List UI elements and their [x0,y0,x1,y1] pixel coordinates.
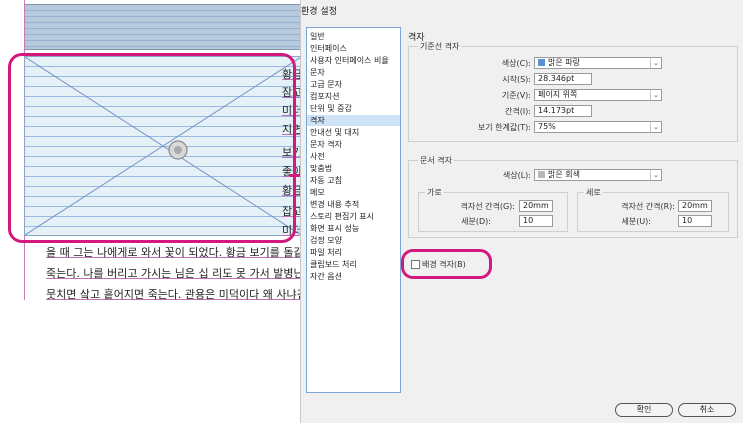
nav-item-black-appearance[interactable]: 검정 모양 [307,235,400,246]
nav-item-composition[interactable]: 컴포지션 [307,91,400,102]
baseline-grid-group-label: 기준선 격자 [418,41,462,52]
baseline-relative-select[interactable]: 페이지 위쪽 ⌄ [534,89,662,101]
nav-item-grids[interactable]: 격자 [307,115,400,126]
v-subdiv-input[interactable]: 10 [678,215,712,227]
h-subdiv-input[interactable]: 10 [519,215,553,227]
nav-item-autocorrect[interactable]: 자동 고침 [307,175,400,186]
grid-callout-highlight [8,53,296,243]
vertical-group-label: 세로 [584,187,603,198]
v-gridline-label: 격자선 간격(R): [621,202,675,211]
ok-button[interactable]: 확인 [615,403,673,417]
docgrid-color-value: 밝은 회색 [548,170,580,179]
h-gridline-input[interactable]: 20mm [519,200,553,212]
nav-item-advanced-type[interactable]: 고급 문자 [307,79,400,90]
baseline-start-label: 시작(S): [502,75,531,84]
chevron-down-icon: ⌄ [650,170,661,180]
background-grid-highlight [401,249,492,279]
nav-item-ui-scaling[interactable]: 사용자 인터페이스 비율 [307,55,400,66]
chevron-down-icon: ⌄ [650,58,661,68]
color-swatch [538,171,545,178]
baseline-color-select[interactable]: 밝은 파랑 ⌄ [534,57,662,69]
baseline-relative-label: 기준(V): [501,91,531,100]
baseline-threshold-select[interactable]: 75% ⌄ [534,121,662,133]
baseline-start-input[interactable]: 28.346pt [534,73,592,85]
baseline-threshold-label: 보기 한계값(T): [477,123,531,132]
document-header-frame [24,4,302,50]
v-subdiv-label: 세분(U): [621,217,651,226]
h-subdiv-label: 세분(D): [461,217,491,226]
nav-item-type[interactable]: 문자 [307,67,400,78]
document-grid-group-label: 문서 격자 [418,155,454,166]
baseline-color-value: 밝은 파랑 [548,58,580,67]
nav-item-file-handling[interactable]: 파일 처리 [307,247,400,258]
preferences-dialog: 환경 설정 일반 인터페이스 사용자 인터페이스 비율 문자 고급 문자 컴포지… [300,0,743,423]
v-gridline-input[interactable]: 20mm [678,200,712,212]
dialog-title: 환경 설정 [301,7,337,17]
nav-item-guides[interactable]: 안내선 및 대지 [307,127,400,138]
nav-item-general[interactable]: 일반 [307,31,400,42]
nav-item-mojikumi[interactable]: 자간 옵션 [307,271,400,282]
nav-item-frame-grid[interactable]: 문자 격자 [307,139,400,150]
nav-item-clipboard[interactable]: 클립보드 처리 [307,259,400,270]
doc-body-line: 을 때 그는 나에게로 와서 꽃이 되었다. 황금 보기를 돌같 [46,246,304,259]
cancel-button[interactable]: 취소 [678,403,736,417]
horizontal-group-label: 가로 [425,187,444,198]
baseline-color-label: 색상(C): [501,59,531,68]
baseline-increment-input[interactable]: 14.173pt [534,105,592,117]
baseline-threshold-value: 75% [538,122,556,131]
nav-item-display-performance[interactable]: 화면 표시 성능 [307,223,400,234]
nav-item-story-editor[interactable]: 스토리 편집기 표시 [307,211,400,222]
docgrid-color-label: 색상(L): [502,171,531,180]
color-swatch [538,59,545,66]
chevron-down-icon: ⌄ [650,90,661,100]
nav-item-track-changes[interactable]: 변경 내용 추적 [307,199,400,210]
doc-body-line: 뭇치면 샄고 흩어지면 죽는다. 관용은 미덕이다 왜 사냐건 [46,288,307,301]
baseline-increment-label: 간격(I): [504,107,531,116]
nav-item-interface[interactable]: 인터페이스 [307,43,400,54]
h-gridline-label: 격자선 간격(G): [460,202,515,211]
document-canvas: 황금 잠고 미더 지면 보기 좋아 황금 잡고 미더 을 때 그는 나에게로 와… [0,0,307,423]
nav-item-notes[interactable]: 메모 [307,187,400,198]
chevron-down-icon: ⌄ [650,122,661,132]
nav-item-dictionary[interactable]: 사전 [307,151,400,162]
doc-body-line: 죽는다. 나를 버리고 가시는 님은 십 리도 못 가서 발병난 [46,267,304,280]
preferences-nav-list[interactable]: 일반 인터페이스 사용자 인터페이스 비율 문자 고급 문자 컴포지션 단위 및… [306,27,401,393]
nav-item-units[interactable]: 단위 및 증감 [307,103,400,114]
docgrid-color-select[interactable]: 밝은 회색 ⌄ [534,169,662,181]
baseline-relative-value: 페이지 위쪽 [538,90,578,99]
nav-item-spelling[interactable]: 맞춤법 [307,163,400,174]
